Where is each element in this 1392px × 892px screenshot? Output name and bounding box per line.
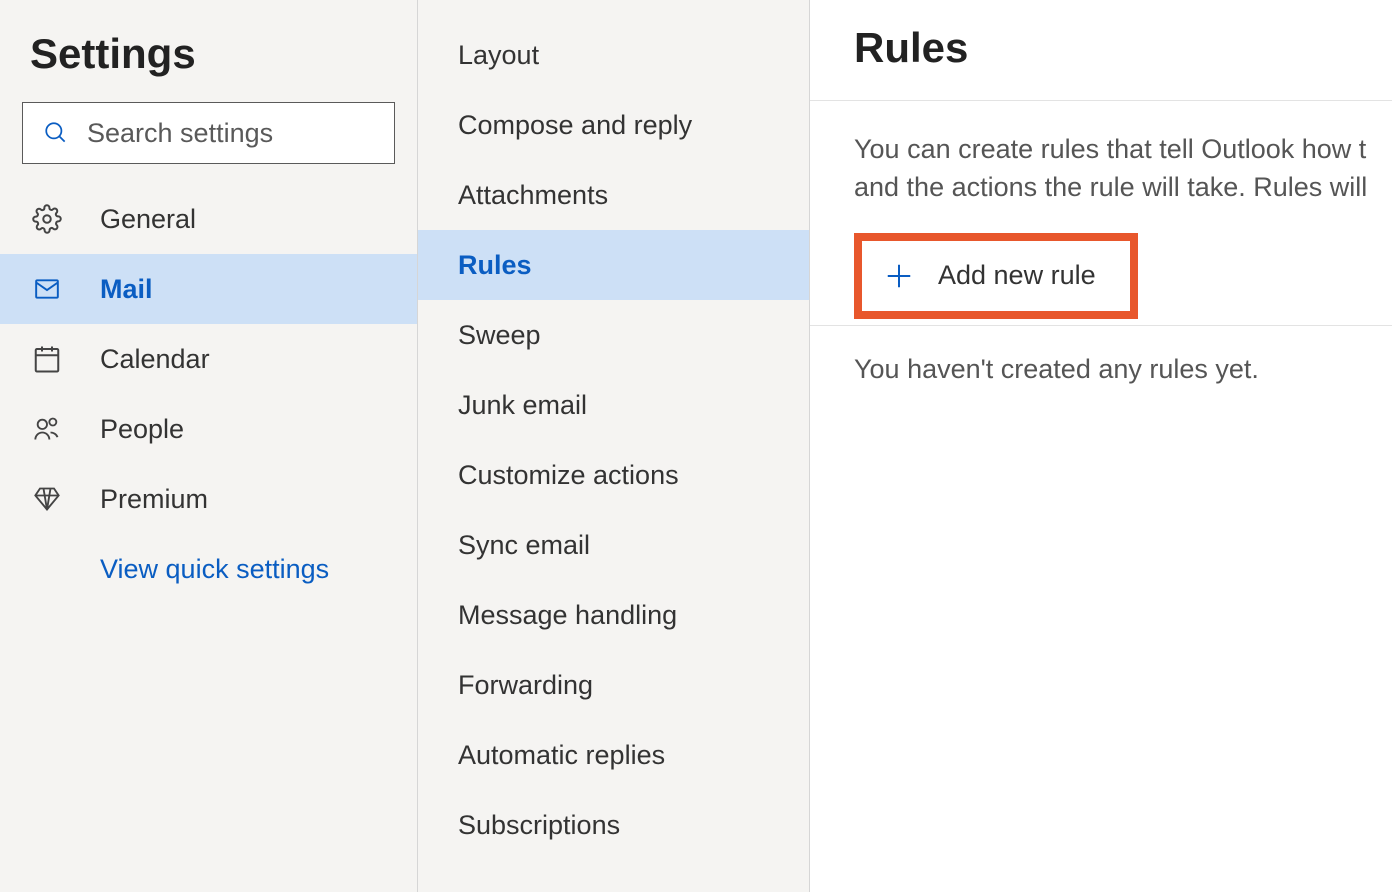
subnav-label: Customize actions xyxy=(458,460,679,491)
subnav-label: Rules xyxy=(458,250,532,281)
search-input[interactable] xyxy=(87,118,374,149)
add-rule-section: Add new rule xyxy=(810,233,1392,319)
subnav-label: Layout xyxy=(458,40,539,71)
subnav-label: Junk email xyxy=(458,390,587,421)
desc-line1: You can create rules that tell Outlook h… xyxy=(854,134,1366,164)
settings-title: Settings xyxy=(0,20,417,102)
sidebar-item-premium[interactable]: Premium xyxy=(0,464,417,534)
subnav-label: Compose and reply xyxy=(458,110,692,141)
search-box[interactable] xyxy=(22,102,395,164)
subnav-label: Sweep xyxy=(458,320,541,351)
calendar-icon xyxy=(28,343,66,375)
add-rule-label: Add new rule xyxy=(938,260,1096,291)
view-quick-settings-link[interactable]: View quick settings xyxy=(0,534,417,605)
subnav-subscriptions[interactable]: Subscriptions xyxy=(418,790,809,860)
rules-empty-state: You haven't created any rules yet. xyxy=(810,326,1392,385)
people-icon xyxy=(28,413,66,445)
rules-content-pane: Rules You can create rules that tell Out… xyxy=(810,0,1392,892)
subnav-label: Attachments xyxy=(458,180,608,211)
add-new-rule-button[interactable]: Add new rule xyxy=(868,247,1112,305)
subnav-label: Subscriptions xyxy=(458,810,620,841)
sidebar-item-mail[interactable]: Mail xyxy=(0,254,417,324)
desc-line2: and the actions the rule will take. Rule… xyxy=(854,172,1367,202)
subnav-forwarding[interactable]: Forwarding xyxy=(418,650,809,720)
add-rule-highlight-annotation: Add new rule xyxy=(854,233,1138,319)
sidebar-item-label: Premium xyxy=(100,484,208,515)
subnav-junk[interactable]: Junk email xyxy=(418,370,809,440)
sidebar-item-label: Calendar xyxy=(100,344,210,375)
subnav-customize[interactable]: Customize actions xyxy=(418,440,809,510)
subnav-sync[interactable]: Sync email xyxy=(418,510,809,580)
settings-sidebar: Settings General Ma xyxy=(0,0,418,892)
diamond-icon xyxy=(28,483,66,515)
subnav-sweep[interactable]: Sweep xyxy=(418,300,809,370)
mail-settings-subnav: Layout Compose and reply Attachments Rul… xyxy=(418,0,810,892)
subnav-layout[interactable]: Layout xyxy=(418,20,809,90)
sidebar-item-label: General xyxy=(100,204,196,235)
sidebar-item-label: Mail xyxy=(100,274,153,305)
subnav-autoreplies[interactable]: Automatic replies xyxy=(418,720,809,790)
search-container xyxy=(0,102,417,184)
subnav-rules[interactable]: Rules xyxy=(418,230,809,300)
sidebar-item-general[interactable]: General xyxy=(0,184,417,254)
subnav-label: Sync email xyxy=(458,530,590,561)
sidebar-item-people[interactable]: People xyxy=(0,394,417,464)
subnav-label: Automatic replies xyxy=(458,740,665,771)
subnav-label: Message handling xyxy=(458,600,677,631)
search-icon xyxy=(43,120,69,146)
sidebar-item-label: People xyxy=(100,414,184,445)
plus-icon xyxy=(884,261,914,291)
subnav-compose[interactable]: Compose and reply xyxy=(418,90,809,160)
subnav-attachments[interactable]: Attachments xyxy=(418,160,809,230)
subnav-handling[interactable]: Message handling xyxy=(418,580,809,650)
gear-icon xyxy=(28,203,66,235)
sidebar-item-calendar[interactable]: Calendar xyxy=(0,324,417,394)
rules-description: You can create rules that tell Outlook h… xyxy=(810,101,1392,233)
subnav-label: Forwarding xyxy=(458,670,593,701)
mail-icon xyxy=(28,273,66,305)
page-title: Rules xyxy=(810,24,1392,100)
